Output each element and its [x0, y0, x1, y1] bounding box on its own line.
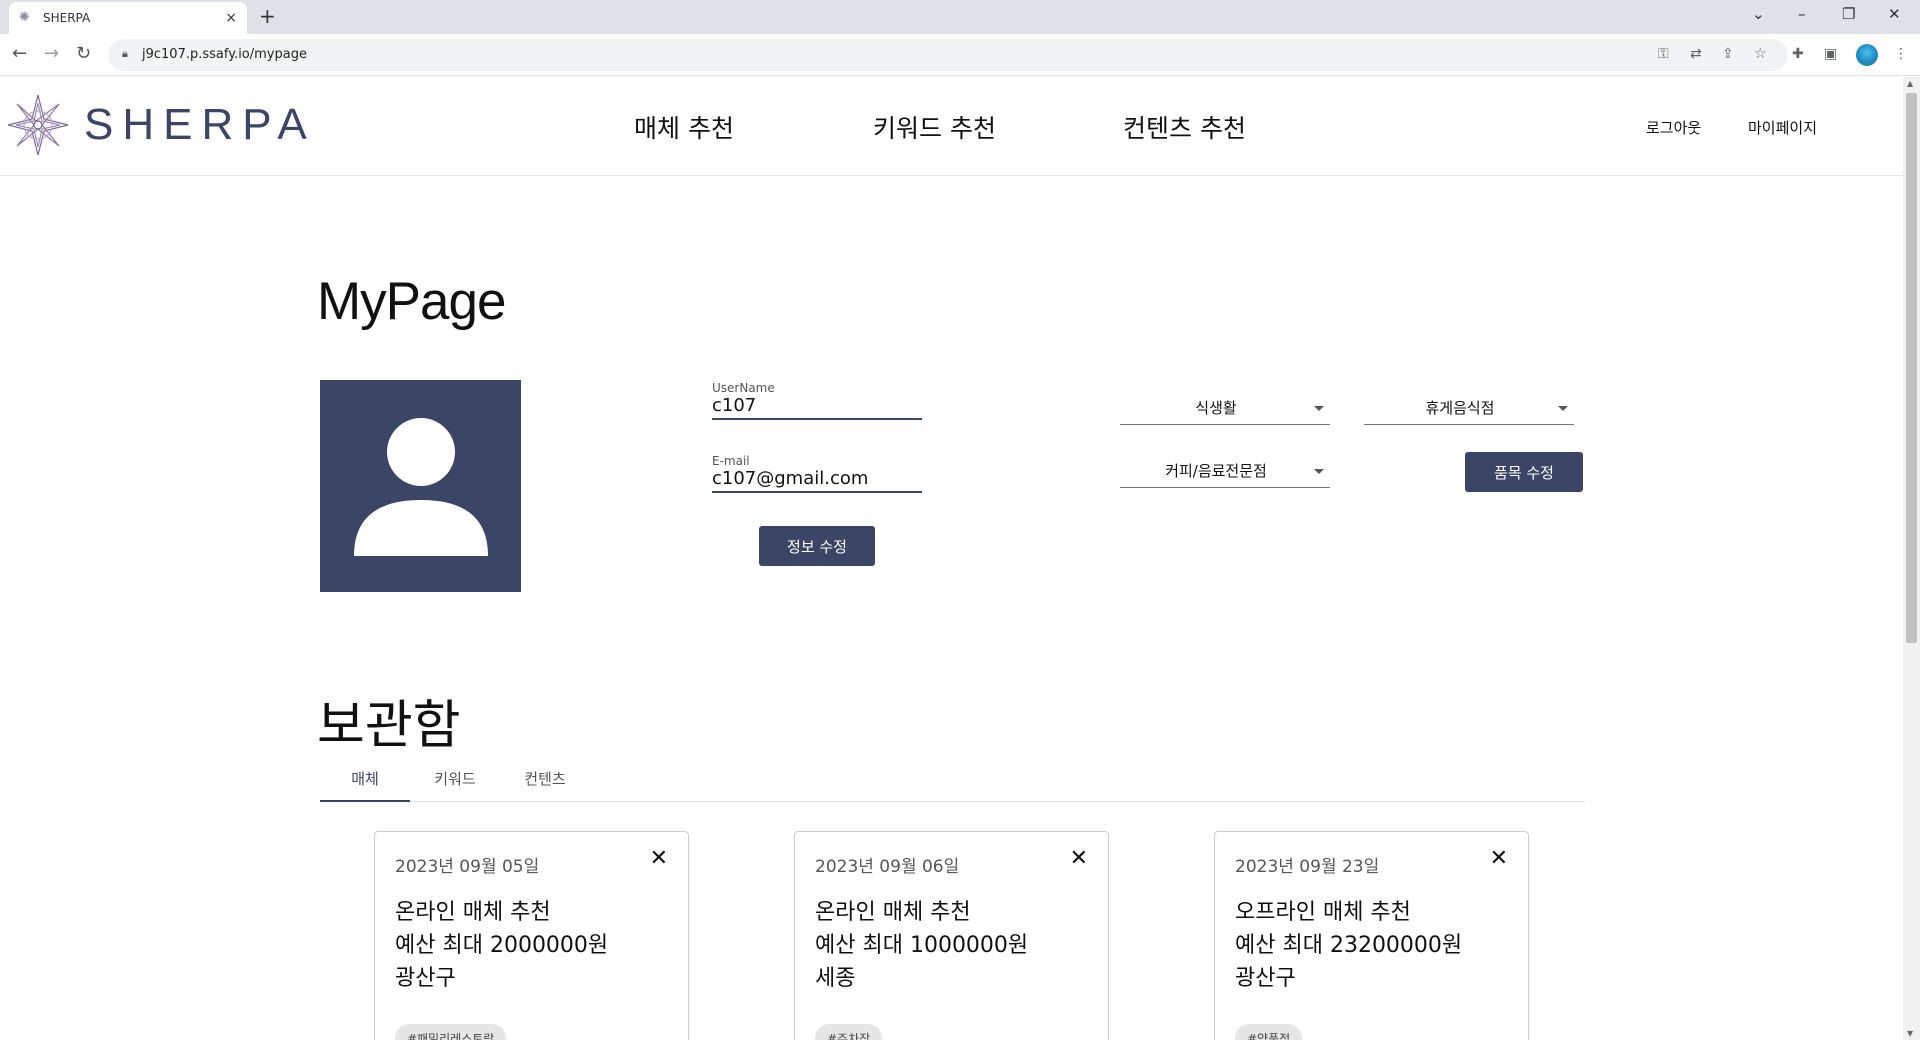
close-icon[interactable]: ✕	[650, 848, 668, 870]
storage-card[interactable]: 2023년 09월 05일 ✕ 온라인 매체 추천 예산 최대 2000000원…	[374, 831, 689, 1040]
card-region: 광산구	[395, 966, 456, 991]
tab-content[interactable]: 컨텐츠	[500, 767, 590, 802]
chevron-down-icon	[1558, 406, 1568, 411]
storage-title: 보관함	[317, 696, 461, 756]
reload-icon[interactable]: ↻	[76, 44, 91, 64]
card-date: 2023년 09월 06일	[815, 857, 960, 877]
storage-card[interactable]: 2023년 09월 06일 ✕ 온라인 매체 추천 예산 최대 1000000원…	[794, 831, 1109, 1040]
chevron-down-icon	[1314, 406, 1324, 411]
category-2-value: 휴게음식점	[1425, 399, 1495, 417]
sherpa-logo[interactable]: SHERPA	[6, 93, 316, 157]
favicon-icon: ✺	[19, 10, 30, 25]
url-text: j9c107.p.ssafy.io/mypage	[142, 47, 307, 62]
nav-content-recommend[interactable]: 컨텐츠 추천	[1123, 109, 1246, 145]
logout-link[interactable]: 로그아웃	[1646, 117, 1701, 138]
browser-toolbar: ← → ↻ 🔒︎ j9c107.p.ssafy.io/mypage ⚿ ⇄ ⇪ …	[0, 34, 1920, 76]
storage-card[interactable]: 2023년 09월 23일 ✕ 오프라인 매체 추천 예산 최대 2320000…	[1214, 831, 1529, 1040]
key-icon[interactable]: ⚿	[1658, 46, 1669, 62]
nav-media-recommend[interactable]: 매체 추천	[634, 109, 734, 145]
tab-title: SHERPA	[43, 11, 91, 25]
address-bar[interactable]: 🔒︎ j9c107.p.ssafy.io/mypage	[108, 39, 1788, 71]
card-type: 온라인 매체 추천	[395, 900, 551, 925]
card-region: 세종	[815, 966, 856, 991]
tab-media[interactable]: 매체	[320, 767, 410, 802]
card-date: 2023년 09월 23일	[1235, 857, 1380, 877]
user-silhouette-icon	[354, 418, 488, 556]
username-value[interactable]: c107	[712, 395, 922, 418]
edit-info-button[interactable]: 정보 수정	[759, 526, 875, 566]
extensions-icon[interactable]: ✚	[1792, 46, 1804, 62]
minimize-button[interactable]: –	[1798, 6, 1806, 22]
email-value[interactable]: c107@gmail.com	[712, 468, 922, 491]
nav-keyword-recommend[interactable]: 키워드 추천	[873, 109, 996, 145]
card-budget: 예산 최대 2000000원	[395, 933, 609, 958]
avatar	[320, 380, 521, 592]
username-field[interactable]: UserName c107	[712, 381, 922, 420]
browser-tab[interactable]: ✺ SHERPA ×	[9, 2, 247, 34]
close-icon[interactable]: ✕	[1070, 848, 1088, 870]
email-label: E-mail	[712, 454, 750, 468]
translate-icon[interactable]: ⇄	[1690, 46, 1702, 62]
profile-avatar-icon[interactable]	[1856, 44, 1878, 66]
new-tab-button[interactable]: +	[259, 6, 276, 26]
logo-wordmark: SHERPA	[84, 100, 316, 149]
category-select-2[interactable]: 휴게음식점	[1364, 395, 1574, 425]
edit-category-button[interactable]: 품목 수정	[1465, 452, 1583, 492]
card-tag: #패밀리레스토랑	[395, 1024, 507, 1040]
category-select-3[interactable]: 커피/음료전문점	[1120, 458, 1330, 488]
site-header: SHERPA 매체 추천 키워드 추천 컨텐츠 추천 로그아웃 마이페이지	[0, 77, 1903, 176]
page-scrollbar[interactable]: ▲ ▼	[1903, 77, 1920, 1040]
card-region: 광산구	[1235, 966, 1296, 991]
browser-tab-bar: ✺ SHERPA × + ⌄ – ❐ ✕	[0, 0, 1920, 34]
page-title: MyPage	[317, 272, 506, 331]
card-tag: #주차장	[815, 1024, 883, 1040]
tab-search-icon[interactable]: ⌄	[1752, 6, 1765, 22]
side-panel-icon[interactable]: ▣	[1824, 46, 1837, 62]
forward-icon[interactable]: →	[44, 44, 59, 64]
card-tag: #약품점	[1235, 1024, 1303, 1040]
mypage-link[interactable]: 마이페이지	[1748, 117, 1817, 138]
close-window-button[interactable]: ✕	[1888, 6, 1901, 22]
back-icon[interactable]: ←	[12, 44, 27, 64]
card-budget: 예산 최대 23200000원	[1235, 933, 1463, 958]
compass-logo-icon	[7, 94, 69, 156]
menu-dots-icon[interactable]: ⋮	[1894, 46, 1908, 62]
bookmark-star-icon[interactable]: ☆	[1754, 46, 1767, 62]
card-type: 온라인 매체 추천	[815, 900, 971, 925]
scroll-down-icon[interactable]: ▼	[1907, 1029, 1913, 1038]
card-budget: 예산 최대 1000000원	[815, 933, 1029, 958]
storage-tabs: 매체 키워드 컨텐츠	[320, 767, 1585, 802]
card-type: 오프라인 매체 추천	[1235, 900, 1411, 925]
tab-keyword[interactable]: 키워드	[410, 767, 500, 802]
username-label: UserName	[712, 381, 775, 395]
restore-button[interactable]: ❐	[1842, 6, 1855, 22]
category-1-value: 식생활	[1195, 399, 1237, 417]
share-icon[interactable]: ⇪	[1722, 46, 1734, 62]
lock-icon: 🔒︎	[122, 47, 128, 60]
page-viewport: SHERPA 매체 추천 키워드 추천 컨텐츠 추천 로그아웃 마이페이지 My…	[0, 77, 1903, 1040]
category-3-value: 커피/음료전문점	[1165, 462, 1267, 480]
category-select-1[interactable]: 식생활	[1120, 395, 1330, 425]
card-date: 2023년 09월 05일	[395, 857, 540, 877]
close-icon[interactable]: ✕	[1490, 848, 1508, 870]
scrollbar-thumb[interactable]	[1906, 93, 1917, 643]
scroll-up-icon[interactable]: ▲	[1907, 79, 1913, 88]
email-field[interactable]: E-mail c107@gmail.com	[712, 454, 922, 493]
tab-close-icon[interactable]: ×	[225, 10, 237, 26]
chevron-down-icon	[1314, 469, 1324, 474]
